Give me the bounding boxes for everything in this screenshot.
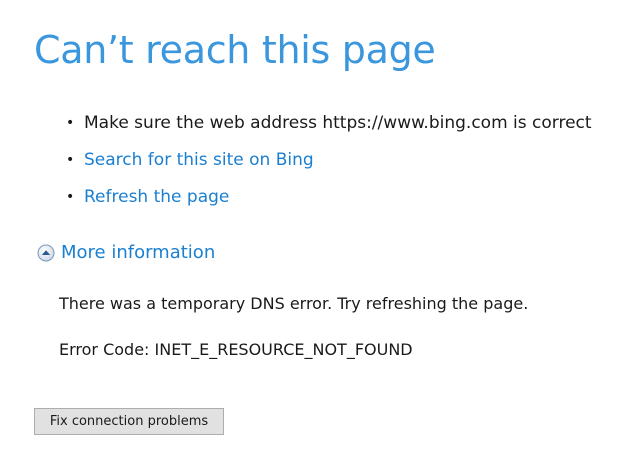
- suggestion-item-refresh: • Refresh the page: [66, 178, 592, 215]
- error-details: There was a temporary DNS error. Try ref…: [59, 292, 528, 362]
- error-code: Error Code: INET_E_RESOURCE_NOT_FOUND: [59, 340, 413, 359]
- suggestion-text: Make sure the web address https://www.bi…: [84, 112, 592, 133]
- suggestion-list: • Make sure the web address https://www.…: [66, 104, 592, 215]
- page-title: Can’t reach this page: [34, 28, 436, 72]
- bullet: •: [66, 151, 75, 168]
- error-message: There was a temporary DNS error. Try ref…: [59, 294, 529, 313]
- refresh-page-link[interactable]: Refresh the page: [84, 187, 229, 207]
- collapse-arrow-circle-icon: [37, 244, 55, 261]
- error-page: Can’t reach this page • Make sure the we…: [0, 0, 644, 464]
- search-bing-link[interactable]: Search for this site on Bing: [84, 150, 314, 170]
- more-information-label: More information: [61, 242, 216, 263]
- suggestion-item-search-bing: • Search for this site on Bing: [66, 141, 592, 178]
- more-information-toggle[interactable]: More information: [37, 242, 215, 263]
- suggestion-item-check-address: • Make sure the web address https://www.…: [66, 104, 592, 141]
- bullet: •: [66, 114, 75, 131]
- bullet: •: [66, 188, 75, 205]
- fix-connection-problems-button[interactable]: Fix connection problems: [34, 408, 224, 435]
